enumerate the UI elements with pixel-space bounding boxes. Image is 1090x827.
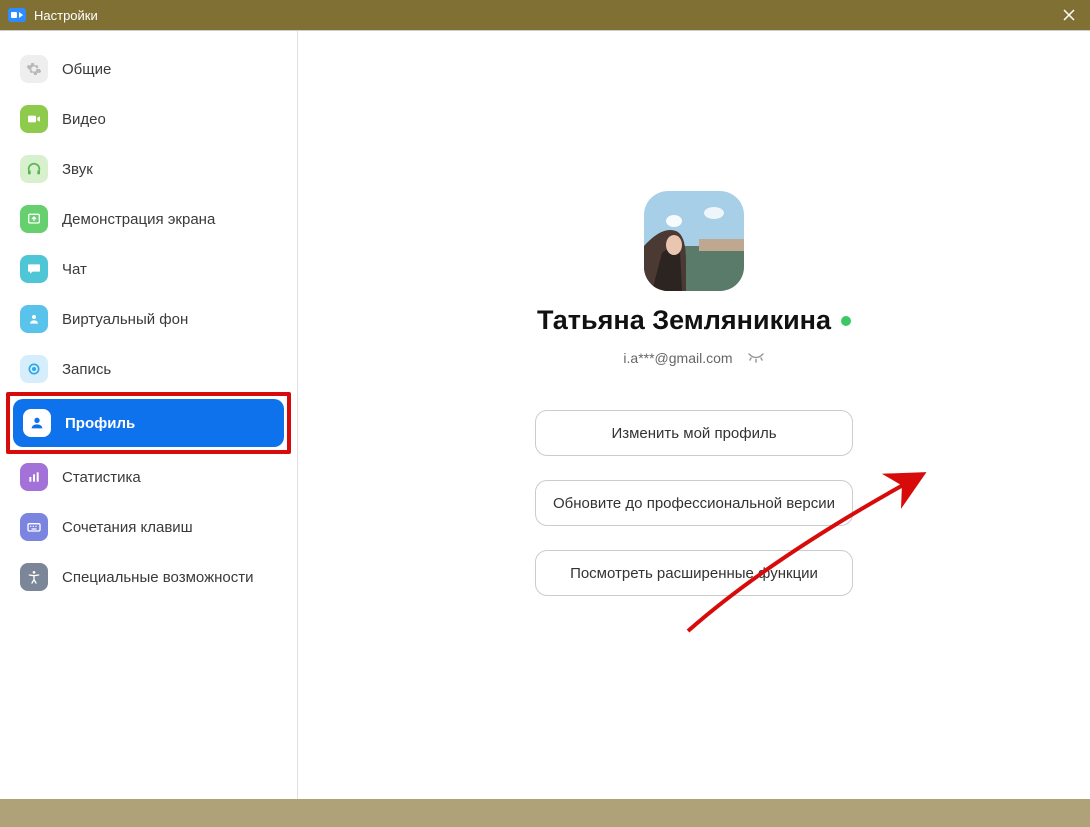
user-name: Татьяна Земляникина — [537, 305, 831, 336]
email-row: i.a***@gmail.com — [623, 350, 764, 366]
sidebar-item-stats[interactable]: Статистика — [10, 453, 287, 501]
upgrade-button[interactable]: Обновите до профессиональной версии — [535, 480, 853, 526]
sidebar-item-label: Чат — [62, 261, 87, 278]
edit-profile-button[interactable]: Изменить мой профиль — [535, 410, 853, 456]
button-label: Изменить мой профиль — [611, 425, 776, 442]
advanced-features-button[interactable]: Посмотреть расширенные функции — [535, 550, 853, 596]
sidebar-item-recording[interactable]: Запись — [10, 345, 287, 393]
button-label: Посмотреть расширенные функции — [570, 565, 818, 582]
profile-buttons: Изменить мой профиль Обновите до професс… — [535, 410, 853, 596]
profile-panel: Татьяна Земляникина i.a***@gmail.com Изм… — [298, 31, 1090, 799]
sidebar-item-general[interactable]: Общие — [10, 45, 287, 93]
sidebar-item-label: Профиль — [65, 415, 135, 432]
eye-closed-icon[interactable] — [747, 350, 765, 366]
share-screen-icon — [20, 205, 48, 233]
sidebar: Общие Видео Звук Демонстрация экрана Чат — [0, 31, 298, 799]
avatar[interactable] — [644, 191, 744, 291]
close-button[interactable] — [1048, 0, 1090, 30]
chat-icon — [20, 255, 48, 283]
titlebar: Настройки — [0, 0, 1090, 30]
settings-window: Общие Видео Звук Демонстрация экрана Чат — [0, 30, 1090, 799]
sidebar-item-label: Демонстрация экрана — [62, 211, 215, 228]
window-title: Настройки — [34, 8, 98, 23]
gear-icon — [20, 55, 48, 83]
button-label: Обновите до профессиональной версии — [553, 495, 835, 512]
record-icon — [20, 355, 48, 383]
sidebar-item-label: Звук — [62, 161, 93, 178]
video-icon — [20, 105, 48, 133]
sidebar-item-chat[interactable]: Чат — [10, 245, 287, 293]
sidebar-item-label: Статистика — [62, 469, 141, 486]
sidebar-item-label: Сочетания клавиш — [62, 519, 193, 536]
accessibility-icon — [20, 563, 48, 591]
sidebar-item-virtual-bg[interactable]: Виртуальный фон — [10, 295, 287, 343]
crop-strip — [0, 799, 1090, 827]
app-icon — [8, 8, 26, 22]
sidebar-item-label: Запись — [62, 361, 111, 378]
sidebar-item-profile[interactable]: Профиль — [13, 399, 284, 447]
annotation-highlight: Профиль — [6, 392, 291, 454]
sidebar-item-video[interactable]: Видео — [10, 95, 287, 143]
keyboard-icon — [20, 513, 48, 541]
sidebar-item-label: Специальные возможности — [62, 569, 254, 586]
user-name-row: Татьяна Земляникина — [537, 305, 851, 336]
sidebar-item-accessibility[interactable]: Специальные возможности — [10, 553, 287, 601]
user-email: i.a***@gmail.com — [623, 350, 732, 366]
sidebar-item-label: Видео — [62, 111, 106, 128]
sidebar-item-screen-share[interactable]: Демонстрация экрана — [10, 195, 287, 243]
headphones-icon — [20, 155, 48, 183]
sidebar-item-shortcuts[interactable]: Сочетания клавиш — [10, 503, 287, 551]
sidebar-item-audio[interactable]: Звук — [10, 145, 287, 193]
person-icon — [23, 409, 51, 437]
virtual-bg-icon — [20, 305, 48, 333]
stats-icon — [20, 463, 48, 491]
sidebar-item-label: Виртуальный фон — [62, 311, 188, 328]
status-indicator-online — [841, 316, 851, 326]
sidebar-item-label: Общие — [62, 61, 111, 78]
